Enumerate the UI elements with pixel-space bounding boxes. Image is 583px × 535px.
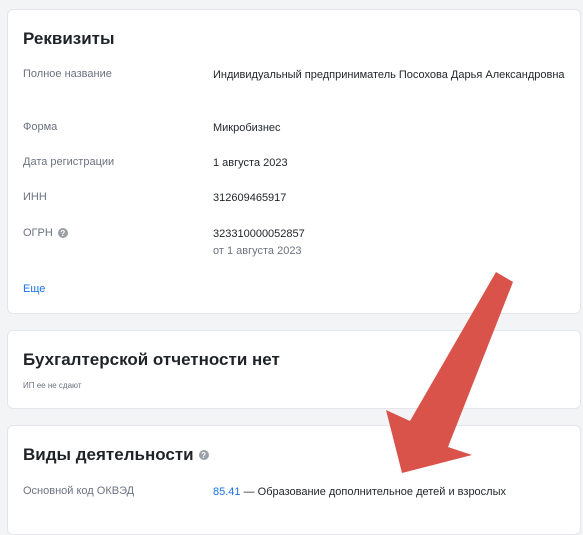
more-link[interactable]: Еще xyxy=(23,283,45,295)
ogrn-value: 323310000052857 xyxy=(213,228,305,240)
help-icon[interactable]: ? xyxy=(198,450,209,460)
activities-title: Виды деятельности xyxy=(23,445,194,464)
registration-date-label: Дата регистрации xyxy=(23,156,115,168)
inn-value: 312609465917 xyxy=(213,192,287,204)
registration-date-value: 1 августа 2023 xyxy=(213,157,288,169)
okved-description: — Образование дополнительное детей и взр… xyxy=(240,486,506,498)
ogrn-label-row: ОГРН ? xyxy=(23,227,68,239)
activities-card: Виды деятельности ? Основной код ОКВЭД 8… xyxy=(7,425,581,535)
ogrn-value-block: 323310000052857 от 1 августа 2023 xyxy=(213,226,573,260)
accounting-title: Бухгалтерской отчетности нет xyxy=(23,350,280,369)
main-okved-label: Основной код ОКВЭД xyxy=(23,485,135,497)
help-icon[interactable]: ? xyxy=(57,228,68,238)
main-okved-value: 85.41 — Образование дополнительное детей… xyxy=(213,484,573,501)
requisites-title: Реквизиты xyxy=(23,29,115,48)
accounting-note: ИП ее не сдают xyxy=(23,381,82,390)
full-name-label: Полное название xyxy=(23,68,112,80)
ogrn-date: от 1 августа 2023 xyxy=(213,245,302,257)
requisites-card: Реквизиты Полное название Индивидуальный… xyxy=(7,9,581,314)
activities-heading: Виды деятельности ? xyxy=(23,445,209,465)
full-name-value: Индивидуальный предприниматель Посохова … xyxy=(213,69,565,81)
okved-code-link[interactable]: 85.41 xyxy=(213,486,241,498)
ogrn-label: ОГРН xyxy=(23,227,53,239)
accounting-card: Бухгалтерской отчетности нет ИП ее не сд… xyxy=(7,330,581,409)
form-label: Форма xyxy=(23,121,58,133)
inn-label: ИНН xyxy=(23,191,47,203)
form-value: Микробизнес xyxy=(213,122,281,134)
